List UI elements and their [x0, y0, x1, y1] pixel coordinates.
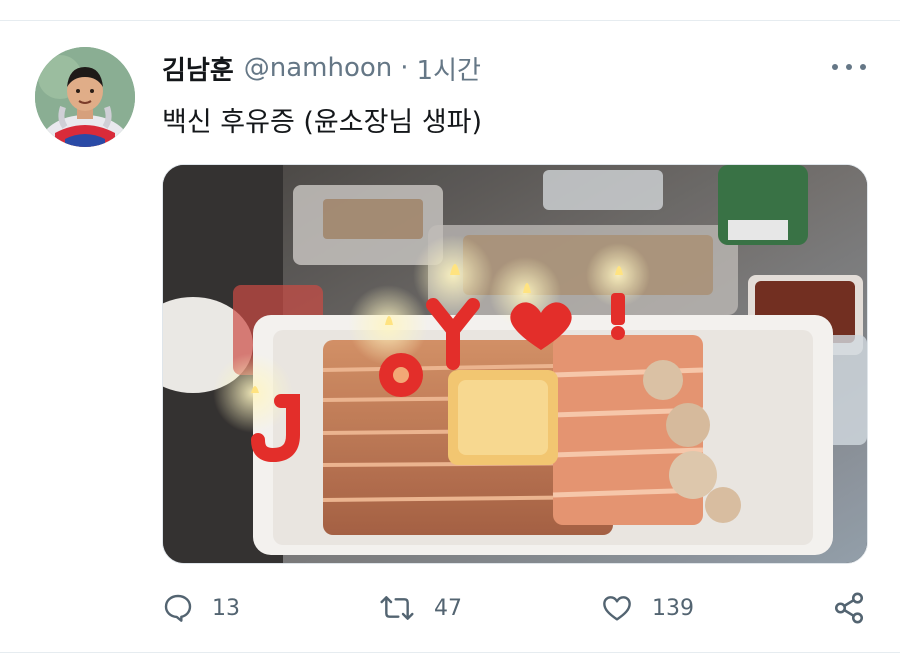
bottom-divider	[0, 652, 900, 653]
reply-icon	[164, 594, 192, 622]
tweet-text: 백신 후유증 (윤소장님 생파)	[162, 107, 483, 138]
tweet: 김남훈 @namhoon · 1시간 백신 후유증 (윤소장님 생파) 13 4…	[0, 0, 900, 656]
tweet-media-photo[interactable]	[162, 164, 868, 564]
more-dot	[860, 64, 866, 70]
retweet-count: 47	[434, 595, 462, 621]
display-name[interactable]: 김남훈	[162, 50, 234, 87]
retweet-button[interactable]: 47	[378, 588, 462, 628]
avatar-cartoon-icon	[35, 47, 135, 147]
more-dot	[846, 64, 852, 70]
user-handle[interactable]: @namhoon	[244, 53, 393, 83]
like-icon	[603, 596, 631, 621]
tweet-header: 김남훈 @namhoon · 1시간	[162, 48, 481, 88]
more-horizontal-icon	[832, 64, 838, 70]
photo-icon	[163, 165, 867, 563]
reply-count: 13	[212, 595, 240, 621]
like-count: 139	[652, 595, 694, 621]
like-button[interactable]: 139	[600, 588, 694, 628]
more-options-button[interactable]	[832, 54, 866, 80]
share-icon	[834, 592, 864, 624]
separator-dot: ·	[400, 53, 409, 83]
timestamp[interactable]: 1시간	[417, 50, 481, 87]
retweet-icon	[380, 596, 414, 620]
action-bar: 13 47 139	[0, 588, 900, 628]
share-button[interactable]	[832, 588, 866, 628]
avatar[interactable]	[35, 47, 135, 147]
reply-button[interactable]: 13	[162, 588, 240, 628]
